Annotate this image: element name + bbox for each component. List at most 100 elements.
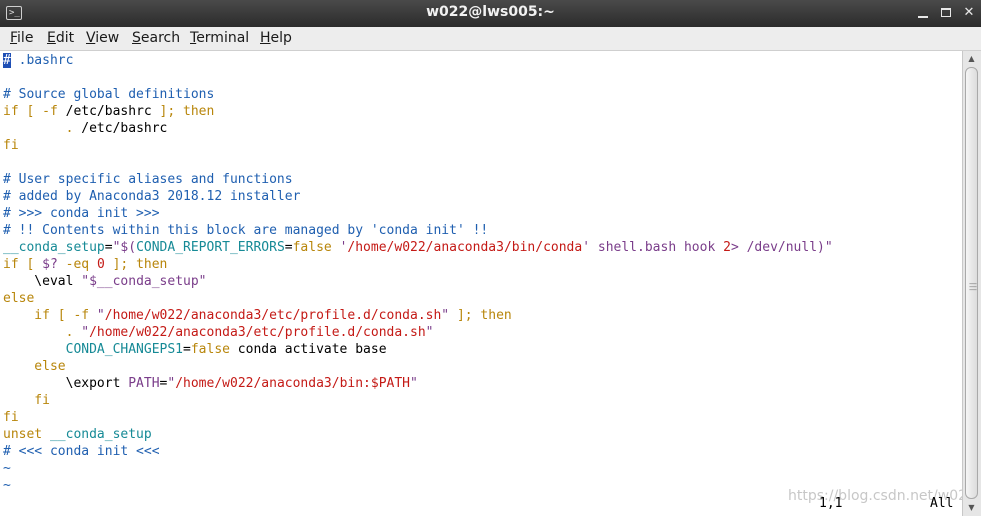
menu-view[interactable]: View: [86, 30, 119, 46]
code-token: __conda_setup: [49, 427, 152, 442]
scrollbar-thumb[interactable]: — — —: [965, 67, 978, 499]
code-token: /etc/bashrc: [65, 104, 152, 119]
code-token: /home/w022/anaconda3/etc/profile.d/conda…: [89, 325, 426, 340]
code-token: # added by Anaconda3 2018.12 installer: [3, 189, 301, 204]
code-token: ': [582, 240, 591, 255]
terminal-line: # Source global definitions: [3, 86, 214, 103]
terminal-line: # User specific aliases and functions: [3, 171, 293, 188]
code-token: /home/w022/anaconda3/bin/conda: [347, 240, 583, 255]
code-token: else: [3, 291, 35, 306]
code-token: =: [183, 342, 191, 357]
code-token: false: [292, 240, 332, 255]
code-token: > /dev/null)": [730, 240, 833, 255]
code-token: if [ -f: [3, 104, 66, 119]
menu-edit[interactable]: Edit: [47, 30, 74, 46]
code-token: /home/w022/anaconda3/etc/profile.d/conda…: [104, 308, 442, 323]
menu-bar: File Edit View Search Terminal Help: [0, 27, 981, 51]
code-token: \export: [3, 376, 129, 391]
code-token: unset: [3, 427, 50, 442]
code-token: fi: [3, 410, 19, 425]
code-token: fi: [3, 138, 19, 153]
menu-file[interactable]: File: [10, 30, 33, 46]
terminal-line: unset __conda_setup: [3, 426, 152, 443]
window-title: w022@lws005:~: [426, 4, 555, 20]
code-token: =: [104, 240, 113, 255]
menu-help[interactable]: Help: [260, 30, 292, 46]
code-token: false: [190, 342, 230, 357]
terminal-line: \export PATH="/home/w022/anaconda3/bin:$…: [3, 375, 418, 392]
code-token: $?: [42, 257, 58, 272]
terminal-line: ~: [3, 477, 11, 494]
code-token: if [: [3, 257, 43, 272]
terminal-line: # <<< conda init <<<: [3, 443, 160, 460]
terminal-line: # added by Anaconda3 2018.12 installer: [3, 188, 300, 205]
code-token: "$__conda_setup": [81, 274, 207, 289]
menu-search[interactable]: Search: [132, 30, 180, 46]
terminal-line: fi: [3, 137, 19, 154]
code-token: else: [3, 359, 66, 374]
code-token: ]; then: [449, 308, 512, 323]
code-token: # Source global definitions: [3, 87, 215, 102]
code-token: -eq: [57, 257, 97, 272]
terminal-line: # !! Contents within this block are mana…: [3, 222, 488, 239]
code-token: 2: [723, 240, 731, 255]
terminal-view[interactable]: # .bashrc # Source global definitions if […: [0, 51, 962, 516]
code-token: ': [331, 240, 348, 255]
code-token: CONDA_REPORT_ERRORS: [136, 240, 285, 255]
terminal-line: else: [3, 290, 34, 307]
terminal-line: __conda_setup="$(CONDA_REPORT_ERRORS=fal…: [3, 239, 833, 256]
menu-terminal[interactable]: Terminal: [190, 30, 249, 46]
terminal-line: if [ $? -eq 0 ]; then: [3, 256, 167, 273]
grip-icon: — — —: [969, 279, 977, 294]
code-token: \eval: [3, 274, 82, 289]
terminal-line: . /etc/bashrc: [3, 120, 168, 137]
terminal-line: CONDA_CHANGEPS1=false conda activate bas…: [3, 341, 387, 358]
code-token: /home/w022/anaconda3/bin:: [175, 376, 371, 391]
code-token: ~: [3, 461, 11, 476]
terminal-line: fi: [3, 409, 19, 426]
code-token: ]; then: [104, 257, 168, 272]
terminal-line: . "/home/w022/anaconda3/etc/profile.d/co…: [3, 324, 434, 341]
code-token: PATH: [128, 376, 160, 391]
code-token: .: [3, 121, 82, 136]
code-token: ": [96, 308, 105, 323]
code-token: ]; then: [151, 104, 215, 119]
scroll-up-icon[interactable]: ▲: [965, 52, 978, 65]
maximize-icon[interactable]: [938, 4, 956, 22]
terminal-line: fi: [3, 392, 50, 409]
terminal-line: # .bashrc: [3, 52, 73, 69]
code-token: __conda_setup: [3, 240, 105, 255]
terminal-line: if [ -f "/home/w022/anaconda3/etc/profil…: [3, 307, 512, 324]
terminal-line: ~: [3, 460, 11, 477]
minimize-icon[interactable]: [914, 4, 932, 22]
code-token: # >>> conda init >>>: [3, 206, 160, 221]
code-token: ~: [3, 478, 11, 493]
cursor-position: 1,1: [819, 496, 843, 511]
code-token: # User specific aliases and functions: [3, 172, 293, 187]
scroll-indicator: All: [930, 496, 954, 511]
text-cursor: #: [3, 53, 11, 68]
close-icon[interactable]: ✕: [960, 4, 978, 22]
code-token: $PATH: [370, 376, 411, 391]
code-token: CONDA_CHANGEPS1: [3, 342, 184, 357]
code-token: ": [410, 376, 418, 391]
code-token: .bashrc: [10, 53, 74, 68]
code-token: ": [441, 308, 450, 323]
scroll-down-icon[interactable]: ▼: [965, 501, 978, 514]
vertical-scrollbar[interactable]: ▲ — — — ▼: [962, 51, 981, 516]
code-token: "$(: [112, 240, 137, 255]
code-token: # <<< conda init <<<: [3, 444, 160, 459]
code-token: conda activate base: [229, 342, 387, 357]
code-token: .: [3, 325, 82, 340]
code-token: ": [81, 325, 90, 340]
code-token: shell.bash hook: [590, 240, 724, 255]
code-token: /etc/bashrc: [81, 121, 168, 136]
terminal-line: # >>> conda init >>>: [3, 205, 160, 222]
terminal-line: else: [3, 358, 66, 375]
title-bar[interactable]: >_ w022@lws005:~ ✕: [0, 0, 981, 28]
terminal-line: \eval "$__conda_setup": [3, 273, 207, 290]
code-token: =: [284, 240, 293, 255]
code-token: fi: [3, 393, 50, 408]
code-token: ": [425, 325, 434, 340]
code-token: # !! Contents within this block are mana…: [3, 223, 489, 238]
